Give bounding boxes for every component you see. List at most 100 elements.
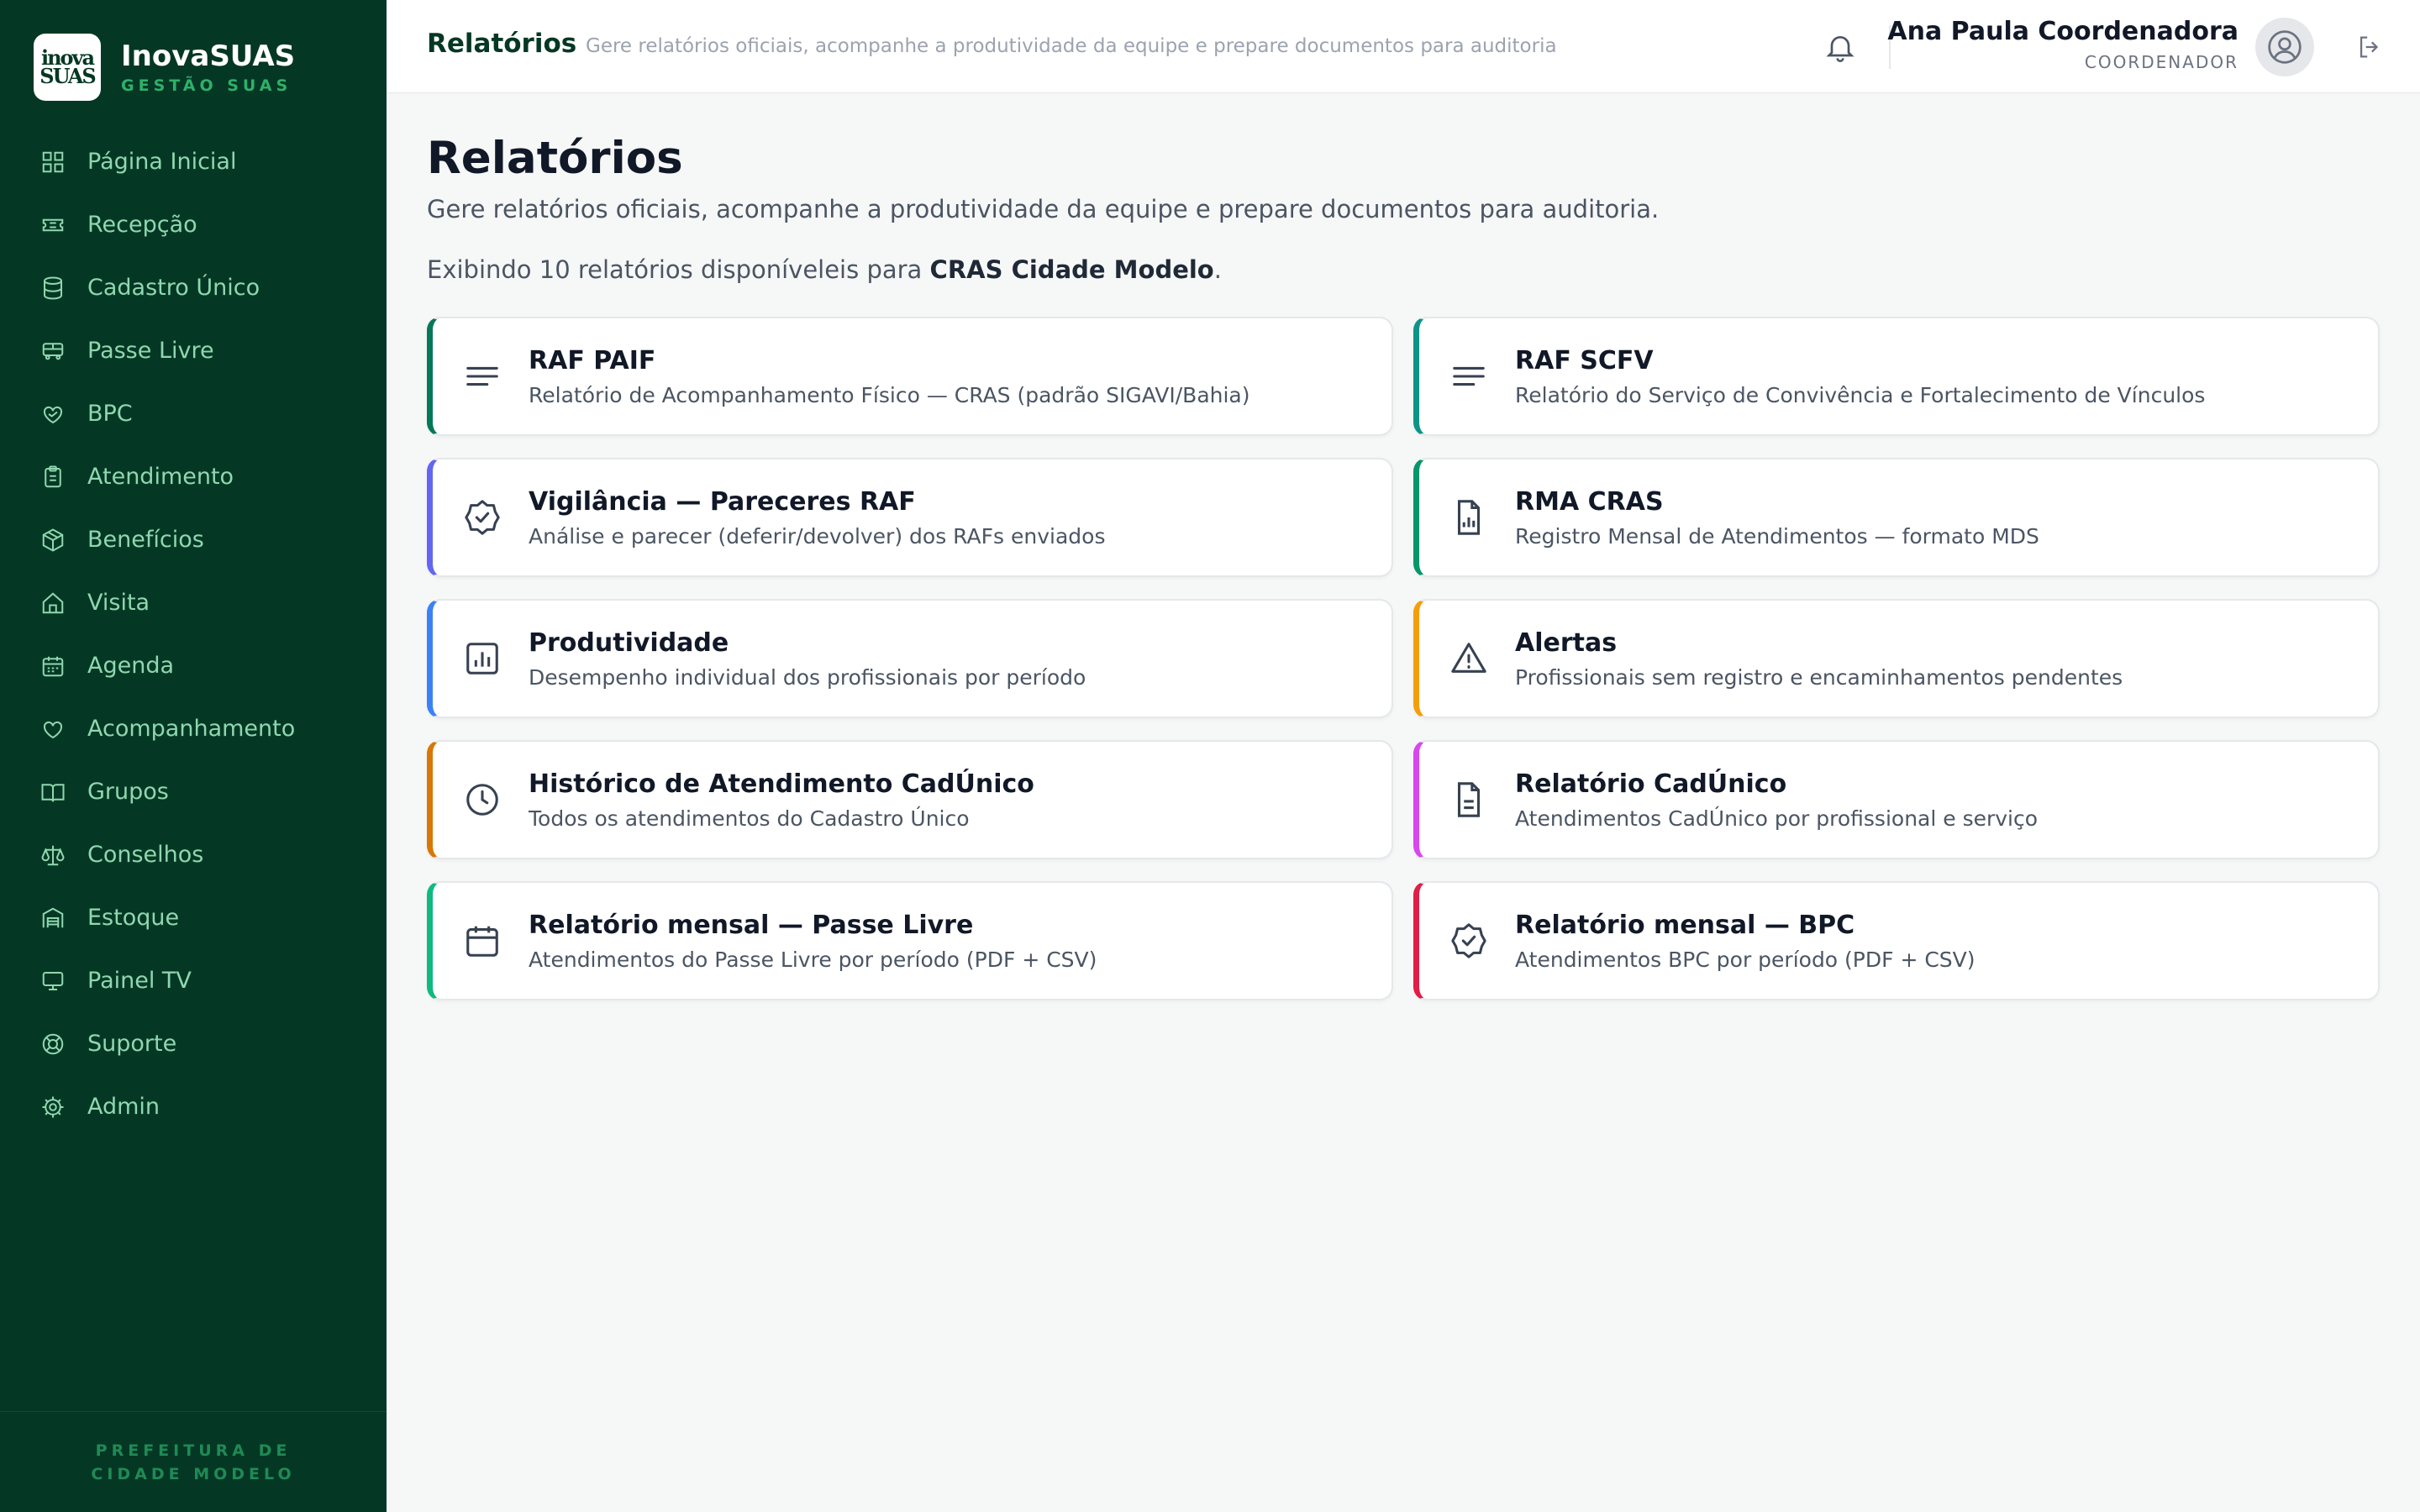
sidebar-item-admin[interactable]: Admin xyxy=(0,1075,387,1138)
card-title: Alertas xyxy=(1515,627,1618,658)
sidebar-item-label: Estoque xyxy=(87,905,180,931)
scale-icon xyxy=(41,845,65,865)
report-card-bpc[interactable]: Relatório mensal — BPC Atendimentos BPC p… xyxy=(1413,881,2380,1000)
package-icon xyxy=(42,528,64,552)
sidebar-item-label: Visita xyxy=(87,590,150,616)
sidebar-item-painel-tv[interactable]: Painel TV xyxy=(0,949,387,1012)
logout-icon[interactable] xyxy=(2355,33,2384,61)
card-title: Relatório mensal — BPC xyxy=(1515,910,1855,940)
card-title: RAF PAIF xyxy=(529,345,656,375)
sidebar-item-label: Agenda xyxy=(87,653,175,679)
sidebar-item-conselhos[interactable]: Conselhos xyxy=(0,823,387,886)
badge-check-icon xyxy=(465,500,500,535)
alert-triangle-icon xyxy=(1451,643,1486,673)
sidebar-item-label: BPC xyxy=(87,401,133,427)
heart-hand-icon xyxy=(43,406,63,423)
page-description: Gere relatórios oficiais, acompanhe a pr… xyxy=(427,195,1660,223)
report-card-vigilancia[interactable]: Vigilância — Pareceres RAF Análise e pare… xyxy=(427,458,1393,577)
warehouse-icon xyxy=(42,907,64,927)
card-description: Atendimentos do Passe Livre por período … xyxy=(529,947,1097,972)
card-description: Todos os atendimentos do Cadastro Único xyxy=(529,806,970,831)
top-header: Relatórios Gere relatórios oficiais, aco… xyxy=(387,0,2420,93)
report-card-historico-cadunico[interactable]: Histórico de Atendimento CadÚnico Todos o… xyxy=(427,740,1393,859)
card-description: Atendimentos CadÚnico por profissional e… xyxy=(1515,806,2039,831)
file-text-icon xyxy=(1457,782,1481,817)
sidebar-item-acompanhamento[interactable]: Acompanhamento xyxy=(0,697,387,760)
page-title: Relatórios xyxy=(427,133,683,184)
sidebar-item-atendimento[interactable]: Atendimento xyxy=(0,445,387,508)
logo-text-bottom: SUAS xyxy=(39,64,96,88)
brand-subtitle: GESTÃO SUAS xyxy=(121,76,292,95)
card-description: Análise e parecer (deferir/devolver) dos… xyxy=(529,523,1106,549)
database-icon xyxy=(44,276,62,300)
sidebar-item-bpc[interactable]: BPC xyxy=(0,382,387,445)
sidebar-item-recepcao[interactable]: Recepção xyxy=(0,193,387,256)
municipality-label: PREFEITURA DE CIDADE MODELO xyxy=(91,1441,296,1483)
avatar[interactable] xyxy=(2255,18,2314,76)
calendar-icon xyxy=(466,926,498,957)
sidebar-item-pagina-inicial[interactable]: Página Inicial xyxy=(0,130,387,193)
sidebar-item-label: Passe Livre xyxy=(87,338,214,364)
card-description: Relatório de Acompanhamento Físico — CRA… xyxy=(529,382,1250,407)
report-card-rma-cras[interactable]: RMA CRAS Registro Mensal de Atendimentos … xyxy=(1413,458,2380,577)
sidebar-item-label: Recepção xyxy=(87,212,197,238)
bus-icon xyxy=(42,342,64,360)
calendar-icon xyxy=(42,656,64,676)
user-circle-icon xyxy=(2268,30,2302,64)
bar-chart-icon xyxy=(466,643,498,675)
sidebar-item-label: Acompanhamento xyxy=(87,716,296,742)
brand[interactable]: inova SUAS InovaSUAS GESTÃO SUAS xyxy=(34,34,295,101)
report-card-passe-livre[interactable]: Relatório mensal — Passe Livre Atendiment… xyxy=(427,881,1393,1000)
card-description: Atendimentos BPC por período (PDF + CSV) xyxy=(1515,947,1975,972)
gear-icon xyxy=(42,1096,64,1117)
card-title: RAF SCFV xyxy=(1515,345,1654,375)
sidebar-item-cadastro-unico[interactable]: Cadastro Único xyxy=(0,256,387,319)
lifebuoy-icon xyxy=(42,1033,64,1054)
ticket-icon xyxy=(42,218,64,231)
bell-icon[interactable] xyxy=(1823,30,1857,64)
sidebar-item-agenda[interactable]: Agenda xyxy=(0,634,387,697)
reports-count-suffix: . xyxy=(1213,255,1222,284)
clock-icon xyxy=(466,784,498,816)
card-description: Profissionais sem registro e encaminhame… xyxy=(1515,664,2123,690)
report-card-produtividade[interactable]: Produtividade Desempenho individual dos p… xyxy=(427,599,1393,718)
book-icon xyxy=(41,783,65,801)
sidebar-item-label: Painel TV xyxy=(87,968,192,994)
heart-icon xyxy=(43,721,63,738)
sidebar-item-beneficios[interactable]: Benefícios xyxy=(0,508,387,571)
lines-icon xyxy=(466,366,498,386)
sidebar-item-label: Admin xyxy=(87,1094,160,1120)
sidebar-item-label: Benefícios xyxy=(87,527,204,553)
sidebar-item-suporte[interactable]: Suporte xyxy=(0,1012,387,1075)
card-title: Produtividade xyxy=(529,627,729,658)
sidebar-item-visita[interactable]: Visita xyxy=(0,571,387,634)
report-card-alertas[interactable]: Alertas Profissionais sem registro e enca… xyxy=(1413,599,2380,718)
report-card-raf-paif[interactable]: RAF PAIF Relatório de Acompanhamento Físi… xyxy=(427,317,1393,436)
report-cards: RAF PAIF Relatório de Acompanhamento Físi… xyxy=(427,317,2380,1000)
sidebar-item-label: Grupos xyxy=(87,779,169,805)
sidebar-footer: PREFEITURA DE CIDADE MODELO xyxy=(0,1411,387,1512)
card-description: Relatório do Serviço de Convivência e Fo… xyxy=(1515,382,2206,407)
header-title: Relatórios xyxy=(427,29,577,59)
sidebar-item-passe-livre[interactable]: Passe Livre xyxy=(0,319,387,382)
badge-check-icon xyxy=(1451,923,1486,958)
card-title: Histórico de Atendimento CadÚnico xyxy=(529,769,1034,799)
lines-icon xyxy=(1453,366,1485,386)
clipboard-icon xyxy=(45,465,61,487)
card-description: Desempenho individual dos profissionais … xyxy=(529,664,1086,690)
grid-icon xyxy=(42,151,64,172)
card-title: Relatório mensal — Passe Livre xyxy=(529,910,974,940)
sidebar-item-label: Cadastro Único xyxy=(87,275,260,301)
unit-name: CRAS Cidade Modelo xyxy=(929,255,1214,284)
sidebar-item-label: Conselhos xyxy=(87,842,204,868)
sidebar-nav: Página Inicial Recepção Cadastro Único P… xyxy=(0,130,387,1138)
card-title: Vigilância — Pareceres RAF xyxy=(529,486,916,517)
sidebar-item-estoque[interactable]: Estoque xyxy=(0,886,387,949)
user-role: COORDENADOR xyxy=(2084,52,2238,72)
sidebar: inova SUAS InovaSUAS GESTÃO SUAS Página … xyxy=(0,0,387,1512)
report-card-raf-scfv[interactable]: RAF SCFV Relatório do Serviço de Convivên… xyxy=(1413,317,2380,436)
sidebar-item-grupos[interactable]: Grupos xyxy=(0,760,387,823)
file-chart-icon xyxy=(1457,500,1481,535)
report-card-relatorio-cadunico[interactable]: Relatório CadÚnico Atendimentos CadÚnico … xyxy=(1413,740,2380,859)
brand-logo: inova SUAS xyxy=(34,34,101,101)
